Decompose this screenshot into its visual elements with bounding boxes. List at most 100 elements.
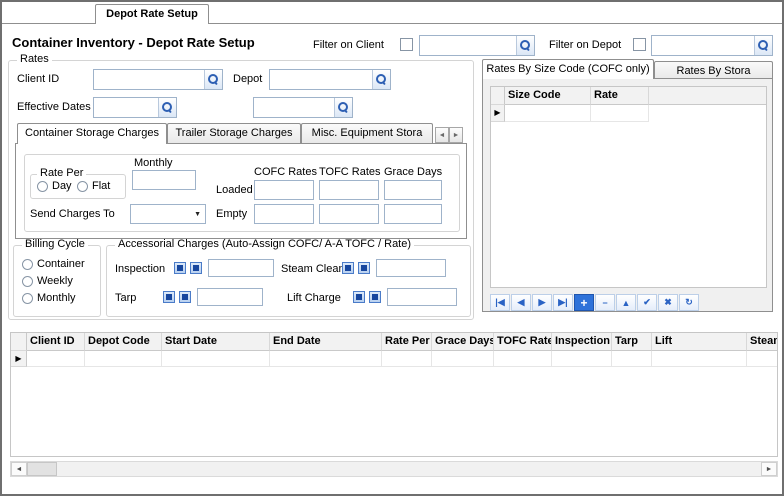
accessorial-caption: Accessorial Charges (Auto-Assign COFC/ A… [115, 238, 414, 250]
row-selector-cell: ▶ [11, 351, 27, 367]
rate-per-flat-label: Flat [92, 180, 110, 192]
filter-depot-input[interactable] [652, 36, 754, 55]
nav-refresh-button[interactable]: ↻ [679, 294, 699, 311]
rate-per-option-day[interactable]: Day [37, 180, 72, 192]
container-storage-charges-panel: Rate Per Day Flat Monthly COFC Rates TOF… [15, 143, 467, 239]
grid-cell[interactable] [85, 351, 162, 367]
grid-cell[interactable] [27, 351, 85, 367]
client-id-lookup-button[interactable] [204, 70, 222, 89]
rate-per-column-header[interactable]: Rate Per [382, 333, 432, 351]
effective-date-to-field [253, 97, 353, 118]
grid-cell[interactable] [494, 351, 552, 367]
steam-clean-cofc-checkbox[interactable] [342, 262, 354, 274]
scrollbar-track[interactable] [57, 462, 761, 476]
client-id-column-header[interactable]: Client ID [27, 333, 85, 351]
send-charges-to-select[interactable]: ▼ [130, 204, 206, 224]
tab-container-storage-charges[interactable]: Container Storage Charges [17, 123, 167, 144]
scroll-left-button[interactable]: ◄ [11, 462, 27, 476]
size-code-column-header[interactable]: Size Code [505, 87, 591, 105]
effective-date-from-lookup-button[interactable] [158, 98, 176, 117]
tab-scroll-left-button[interactable]: ◄ [435, 127, 449, 143]
grid-cell[interactable] [552, 351, 612, 367]
lift-charge-tofc-checkbox[interactable] [369, 291, 381, 303]
grid-cell[interactable] [612, 351, 652, 367]
billing-cycle-option-container[interactable]: Container [22, 258, 85, 270]
effective-date-from-input[interactable] [94, 98, 158, 117]
lift-charge-rate-input[interactable] [387, 288, 457, 306]
tab-scroll-right-button[interactable]: ► [449, 127, 463, 143]
filter-depot-lookup-button[interactable] [754, 36, 772, 55]
steam-column-header[interactable]: Steam [747, 333, 778, 351]
tarp-rate-input[interactable] [197, 288, 263, 306]
depot-code-column-header[interactable]: Depot Code [85, 333, 162, 351]
filter-on-client-checkbox[interactable] [400, 38, 413, 51]
rate-column-header[interactable]: Rate [591, 87, 649, 105]
nav-insert-button[interactable]: + [574, 294, 594, 311]
tab-misc-equipment-storage[interactable]: Misc. Equipment Stora [301, 123, 433, 143]
inspection-cofc-checkbox[interactable] [174, 262, 186, 274]
billing-cycle-option-weekly[interactable]: Weekly [22, 275, 73, 287]
steam-clean-tofc-checkbox[interactable] [358, 262, 370, 274]
tarp-tofc-checkbox[interactable] [179, 291, 191, 303]
tab-trailer-storage-charges[interactable]: Trailer Storage Charges [167, 123, 301, 143]
effective-date-to-lookup-button[interactable] [334, 98, 352, 117]
client-id-input[interactable] [94, 70, 204, 89]
grid-cell[interactable] [432, 351, 494, 367]
grid-cell[interactable] [591, 105, 649, 122]
nav-delete-button[interactable]: − [595, 294, 615, 311]
scroll-right-button[interactable]: ► [761, 462, 777, 476]
tarp-cofc-checkbox[interactable] [163, 291, 175, 303]
nav-edit-button[interactable]: ▲ [616, 294, 636, 311]
grid-cell[interactable] [747, 351, 778, 367]
grid-cell[interactable] [162, 351, 270, 367]
filter-client-lookup-button[interactable] [516, 36, 534, 55]
lift-charge-cofc-checkbox[interactable] [353, 291, 365, 303]
nav-last-button[interactable]: ▶| [553, 294, 573, 311]
nav-post-button[interactable]: ✔ [637, 294, 657, 311]
nav-prior-button[interactable]: ◀ [511, 294, 531, 311]
depot-input[interactable] [270, 70, 372, 89]
empty-grace-days-input[interactable] [384, 204, 442, 224]
empty-tofc-input[interactable] [319, 204, 379, 224]
effective-date-to-input[interactable] [254, 98, 334, 117]
steam-clean-rate-input[interactable] [376, 259, 446, 277]
grace-days-column-header[interactable]: Grace Days [432, 333, 494, 351]
nav-cancel-button[interactable]: ✖ [658, 294, 678, 311]
grid-cell[interactable] [270, 351, 382, 367]
filter-client-input[interactable] [420, 36, 516, 55]
start-date-column-header[interactable]: Start Date [162, 333, 270, 351]
scrollbar-thumb[interactable] [27, 462, 57, 476]
depot-lookup-button[interactable] [372, 70, 390, 89]
empty-cofc-input[interactable] [254, 204, 314, 224]
size-code-grid[interactable]: Size Code Rate ▶ [490, 86, 767, 288]
radio-icon [77, 181, 88, 192]
grid-row[interactable]: ▶ [11, 351, 777, 367]
depot-rates-grid[interactable]: Client ID Depot Code Start Date End Date… [10, 332, 778, 457]
inspection-column-header[interactable]: Inspection [552, 333, 612, 351]
grid-cell[interactable] [652, 351, 747, 367]
loaded-tofc-input[interactable] [319, 180, 379, 200]
loaded-grace-days-input[interactable] [384, 180, 442, 200]
tab-depot-rate-setup[interactable]: Depot Rate Setup [95, 4, 209, 24]
billing-cycle-caption: Billing Cycle [22, 238, 88, 250]
inspection-rate-input[interactable] [208, 259, 274, 277]
nav-first-button[interactable]: |◀ [490, 294, 510, 311]
nav-next-button[interactable]: ▶ [532, 294, 552, 311]
lift-column-header[interactable]: Lift [652, 333, 747, 351]
tarp-column-header[interactable]: Tarp [612, 333, 652, 351]
end-date-column-header[interactable]: End Date [270, 333, 382, 351]
horizontal-scrollbar[interactable]: ◄ ► [10, 461, 778, 477]
billing-cycle-option-monthly[interactable]: Monthly [22, 292, 76, 304]
inspection-tofc-checkbox[interactable] [190, 262, 202, 274]
rate-per-option-flat[interactable]: Flat [77, 180, 110, 192]
tab-rates-by-size-code[interactable]: Rates By Size Code (COFC only) [482, 59, 654, 79]
filter-on-depot-checkbox[interactable] [633, 38, 646, 51]
tofc-rate-column-header[interactable]: TOFC Rate [494, 333, 552, 351]
grid-row[interactable]: ▶ [491, 105, 766, 122]
monthly-input[interactable] [132, 170, 196, 190]
loaded-cofc-input[interactable] [254, 180, 314, 200]
grid-cell[interactable] [382, 351, 432, 367]
effective-dates-label: Effective Dates [17, 101, 91, 113]
grid-cell[interactable] [505, 105, 591, 122]
tab-rates-by-storage[interactable]: Rates By Stora [654, 61, 773, 79]
